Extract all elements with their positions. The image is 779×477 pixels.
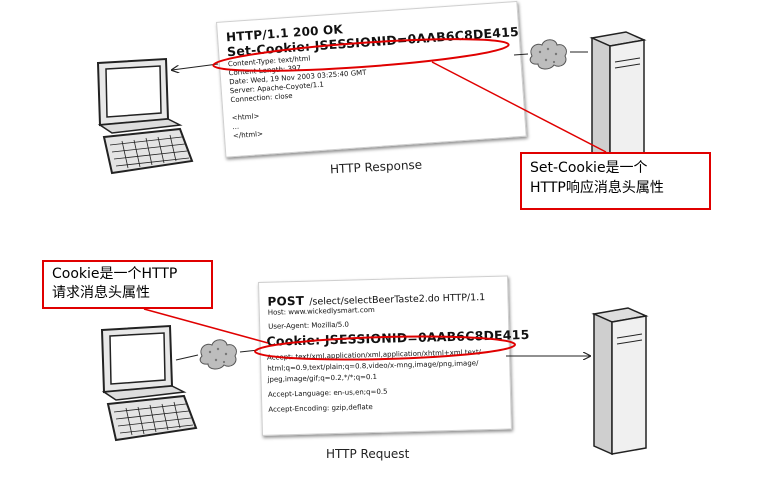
response-arrow-cloud-to-paper <box>513 53 529 56</box>
request-arrow-client-to-cloud <box>175 354 199 361</box>
set-cookie-highlight-ellipse <box>212 38 510 72</box>
set-cookie-note-connector <box>431 61 607 153</box>
response-arrow-to-client <box>172 63 219 70</box>
cookie-highlight-ellipse <box>254 335 516 361</box>
diagram-overlay <box>143 38 607 361</box>
cookie-note-connector <box>143 308 269 344</box>
